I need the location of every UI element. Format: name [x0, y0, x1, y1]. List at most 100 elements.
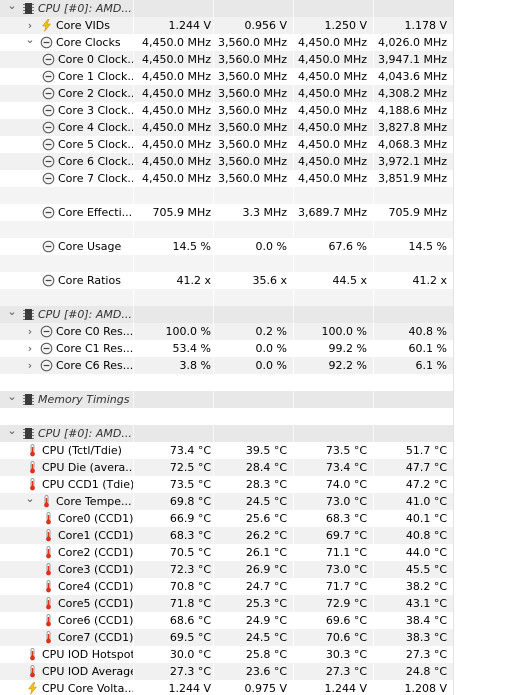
sensor-row[interactable]: › Core VIDs 1.244 V 0.956 V 1.250 V 1.178 V	[0, 17, 524, 34]
sensor-name-cell: ⌄ CPU [#0]: AMD...	[0, 306, 133, 323]
tree-group-row[interactable]: ⌄ Memory Timings	[0, 391, 524, 408]
sensor-name-cell: › Core C0 Res...	[0, 323, 133, 340]
minimum-value: 3,560.0 MHz	[217, 53, 287, 66]
sensor-row[interactable]: CPU Core Volta... 1.244 V 0.975 V 1.244 V 1.…	[0, 680, 524, 695]
chevron-right-icon[interactable]: ›	[24, 323, 36, 340]
sensor-label: Core2 (CCD1)	[58, 546, 133, 559]
sensor-row[interactable]: Core Usage 14.5 % 0.0 % 67.6 % 14.5 %	[0, 238, 524, 255]
sensor-row[interactable]: Core 6 Clock... 4,450.0 MHz 3,560.0 MHz 4,4…	[0, 153, 524, 170]
minimum-value: 0.0 %	[255, 240, 287, 253]
minimum-value: 3,560.0 MHz	[217, 36, 287, 49]
sensor-row[interactable]: Core 1 Clock... 4,450.0 MHz 3,560.0 MHz 4,4…	[0, 68, 524, 85]
sensor-name-cell: Core Effecti...	[0, 204, 133, 221]
clock-icon	[42, 87, 55, 100]
minimum-value: 24.9 °C	[245, 614, 287, 627]
current-value: 72.3 °C	[169, 563, 211, 576]
sensor-row[interactable]: ⌄ Core Tempe... 69.8 °C 24.5 °C 73.0 °C 41.0 …	[0, 493, 524, 510]
maximum-value: 4,450.0 MHz	[297, 138, 367, 151]
current-value	[134, 425, 211, 442]
minimum-value: 3,560.0 MHz	[217, 70, 287, 83]
sensor-label: Core Usage	[58, 240, 122, 253]
thermometer-icon	[40, 495, 53, 508]
sensor-row[interactable]: Core2 (CCD1) 70.5 °C 26.1 °C 71.1 °C 44.0 °C	[0, 544, 524, 561]
sensor-row[interactable]: › Core C0 Res... 100.0 % 0.2 % 100.0 % 40.8 %	[0, 323, 524, 340]
sensor-label: Core Clocks	[56, 36, 121, 49]
chevron-down-icon[interactable]: ⌄	[6, 0, 18, 14]
sensor-label: Core Tempe...	[56, 495, 132, 508]
chevron-right-icon[interactable]: ›	[24, 340, 36, 357]
sensor-name-cell: Core6 (CCD1)	[0, 612, 133, 629]
sensor-label: CPU (Tctl/Tdie)	[42, 444, 122, 457]
current-value: 3.8 %	[179, 359, 211, 372]
chevron-right-icon[interactable]: ›	[24, 17, 36, 34]
column-divider	[293, 255, 294, 272]
maximum-value: 4,450.0 MHz	[297, 53, 367, 66]
sensor-label: CPU [#0]: AMD...	[38, 308, 132, 321]
sensor-row[interactable]: Core 5 Clock... 4,450.0 MHz 3,560.0 MHz 4,4…	[0, 136, 524, 153]
clock-icon	[42, 138, 55, 151]
sensor-row[interactable]: Core5 (CCD1) 71.8 °C 25.3 °C 72.9 °C 43.1 °C	[0, 595, 524, 612]
sensor-row[interactable]: Core Ratios 41.2 x 35.6 x 44.5 x 41.2 x	[0, 272, 524, 289]
sensor-row[interactable]: CPU IOD Hotspot 30.0 °C 25.8 °C 30.3 °C 27.3…	[0, 646, 524, 663]
sensor-row[interactable]: Core 0 Clock... 4,450.0 MHz 3,560.0 MHz 4,4…	[0, 51, 524, 68]
sensor-row[interactable]: Core1 (CCD1) 68.3 °C 26.2 °C 69.7 °C 40.8 °C	[0, 527, 524, 544]
sensor-row[interactable]: Core 7 Clock... 4,450.0 MHz 3,560.0 MHz 4,4…	[0, 170, 524, 187]
sensor-row[interactable]: ⌄ Core Clocks 4,450.0 MHz 3,560.0 MHz 4,450.…	[0, 34, 524, 51]
tree-group-row[interactable]: ⌄ CPU [#0]: AMD...	[0, 306, 524, 323]
sensor-row[interactable]: CPU Die (avera... 72.5 °C 28.4 °C 73.4 °C 47…	[0, 459, 524, 476]
average-value: 40.8 %	[408, 325, 447, 338]
current-value	[134, 0, 211, 17]
sensor-row[interactable]: Core4 (CCD1) 70.8 °C 24.7 °C 71.7 °C 38.2 °C	[0, 578, 524, 595]
tree-group-row[interactable]: ⌄ CPU [#0]: AMD...	[0, 425, 524, 442]
current-value: 100.0 %	[165, 325, 211, 338]
chevron-right-icon[interactable]: ›	[24, 357, 36, 374]
current-value	[134, 391, 211, 408]
chevron-down-icon[interactable]: ⌄	[6, 391, 18, 405]
tree-group-row[interactable]: ⌄ CPU [#0]: AMD...	[0, 0, 524, 17]
maximum-value: 68.3 °C	[325, 512, 367, 525]
sensor-row[interactable]: CPU CCD1 (Tdie) 73.5 °C 28.3 °C 74.0 °C 47.2…	[0, 476, 524, 493]
minimum-value: 3.3 MHz	[242, 206, 287, 219]
minimum-value: 0.0 %	[255, 342, 287, 355]
column-divider	[293, 221, 294, 238]
minimum-value	[214, 391, 287, 408]
sensor-name-cell: ⌄ Core Tempe...	[0, 493, 133, 510]
minimum-value: 35.6 x	[252, 274, 288, 287]
minimum-value: 24.7 °C	[245, 580, 287, 593]
maximum-value: 1.244 V	[324, 682, 367, 695]
maximum-value: 99.2 %	[328, 342, 367, 355]
sensor-name-cell: CPU Core Volta...	[0, 680, 133, 695]
sensor-row[interactable]: CPU (Tctl/Tdie) 73.4 °C 39.5 °C 73.5 °C 51.7…	[0, 442, 524, 459]
chevron-down-icon[interactable]: ⌄	[6, 306, 18, 320]
sensor-label: Core 2 Clock...	[58, 87, 133, 100]
maximum-value: 4,450.0 MHz	[297, 172, 367, 185]
current-value: 73.5 °C	[169, 478, 211, 491]
sensor-row[interactable]: Core6 (CCD1) 68.6 °C 24.9 °C 69.6 °C 38.4 °C	[0, 612, 524, 629]
chevron-down-icon[interactable]: ⌄	[6, 425, 18, 439]
column-divider	[373, 289, 374, 306]
minimum-value: 3,560.0 MHz	[217, 104, 287, 117]
sensor-row[interactable]: Core 4 Clock... 4,450.0 MHz 3,560.0 MHz 4,4…	[0, 119, 524, 136]
sensor-label: CPU Die (avera...	[42, 461, 133, 474]
maximum-value: 4,450.0 MHz	[297, 36, 367, 49]
sensor-row[interactable]: CPU IOD Average 27.3 °C 23.6 °C 27.3 °C 24.8…	[0, 663, 524, 680]
sensor-name-cell: CPU IOD Average	[0, 663, 133, 680]
thermometer-icon	[26, 478, 39, 491]
chevron-down-icon[interactable]: ⌄	[24, 34, 36, 48]
sensor-row[interactable]: Core3 (CCD1) 72.3 °C 26.9 °C 73.0 °C 45.5 °C	[0, 561, 524, 578]
chevron-down-icon[interactable]: ⌄	[24, 493, 36, 507]
sensor-row[interactable]: › Core C6 Res... 3.8 % 0.0 % 92.2 % 6.1 %	[0, 357, 524, 374]
clock-icon	[42, 172, 55, 185]
average-value: 47.7 °C	[405, 461, 447, 474]
sensor-row[interactable]: › Core C1 Res... 53.4 % 0.0 % 99.2 % 60.1 %	[0, 340, 524, 357]
sensor-row[interactable]: Core 3 Clock... 4,450.0 MHz 3,560.0 MHz 4,4…	[0, 102, 524, 119]
current-value: 70.5 °C	[169, 546, 211, 559]
sensor-name-cell: Core 2 Clock...	[0, 85, 133, 102]
sensor-row[interactable]: Core7 (CCD1) 69.5 °C 24.5 °C 70.6 °C 38.3 °C	[0, 629, 524, 646]
maximum-value: 69.7 °C	[325, 529, 367, 542]
sensor-row[interactable]: Core 2 Clock... 4,450.0 MHz 3,560.0 MHz 4,4…	[0, 85, 524, 102]
sensor-row[interactable]: Core0 (CCD1) 66.9 °C 25.6 °C 68.3 °C 40.1 °C	[0, 510, 524, 527]
current-value: 69.5 °C	[169, 631, 211, 644]
sensor-row[interactable]: Core Effecti... 705.9 MHz 3.3 MHz 3,689.7 M…	[0, 204, 524, 221]
column-divider	[293, 187, 294, 204]
